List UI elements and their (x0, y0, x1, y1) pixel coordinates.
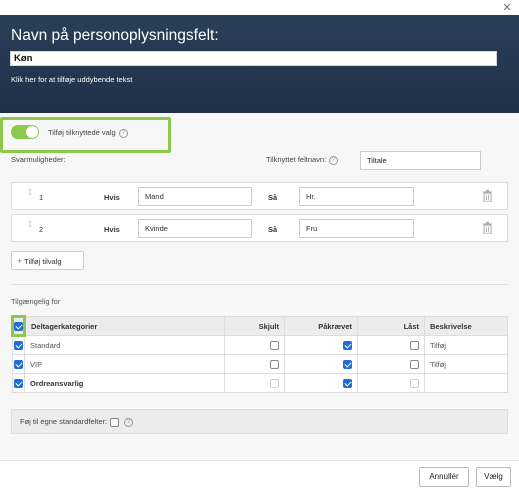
toggle-knob (26, 126, 38, 138)
col-header-locked: Låst (357, 316, 425, 336)
available-for-label: Tilgængelig for (11, 297, 61, 306)
description-link[interactable]: Tilføj (424, 335, 508, 355)
cancel-button[interactable]: Annullér (419, 467, 469, 487)
toggle-label: Tilføj tilknyttede valg (48, 128, 116, 137)
option-number: 1 (39, 193, 44, 202)
drag-handle-icon[interactable]: ⁞⁞ (28, 221, 34, 234)
divider (11, 284, 508, 285)
category-name: VIP (24, 354, 225, 374)
col-header-hidden: Skjult (224, 316, 285, 336)
row-select-checkbox[interactable] (14, 378, 23, 388)
help-icon[interactable]: ? (124, 417, 134, 427)
plus-icon: + (17, 256, 23, 266)
choose-button[interactable]: Vælg (476, 467, 511, 487)
add-option-label: Tilføj tilvalg (24, 257, 62, 266)
select-all-checkbox[interactable] (14, 321, 23, 331)
locked-checkbox[interactable] (410, 340, 419, 350)
field-name-input[interactable]: Køn (10, 51, 497, 66)
category-name: Ordreansvarlig (24, 373, 225, 393)
own-fields-label: Føj til egne standardfelter: (20, 417, 108, 426)
table-row: Standard Tilføj (12, 335, 508, 355)
own-fields-bar: Føj til egne standardfelter: ? (11, 409, 508, 434)
own-fields-checkbox[interactable] (110, 417, 120, 427)
col-header-description: Beskrivelse (424, 316, 508, 336)
table-header-row: Deltagerkategorier Skjult Påkrævet Låst … (11, 315, 508, 337)
hidden-checkbox (270, 378, 279, 388)
required-checkbox[interactable] (343, 340, 352, 350)
locked-checkbox (410, 378, 419, 388)
hidden-checkbox[interactable] (270, 359, 279, 369)
col-header-required: Påkrævet (284, 316, 358, 336)
category-name: Standard (24, 335, 225, 355)
footer-divider (0, 460, 519, 461)
option-result-input[interactable]: Hr. (299, 187, 414, 206)
required-checkbox[interactable] (343, 359, 352, 369)
option-row: ⁞⁞ 1 Hvis Mand Så Hr. (11, 182, 508, 210)
required-checkbox[interactable] (343, 378, 352, 388)
option-value-input[interactable]: Kvinde (138, 219, 252, 238)
table-row: Ordreansvarlig (12, 373, 508, 393)
row-select-checkbox[interactable] (14, 341, 23, 351)
drag-handle-icon[interactable]: ⁞⁞ (28, 189, 34, 202)
add-description-link[interactable]: Klik her for at tilføje uddybende tekst (11, 75, 132, 84)
trash-icon[interactable] (483, 190, 492, 202)
help-icon[interactable]: ? (118, 128, 128, 138)
col-header-category: Deltagerkategorier (24, 316, 225, 336)
select-all-cell (11, 315, 26, 337)
options-label: Svarmuligheder: (11, 155, 66, 164)
table-row: VIP Tilføj (12, 354, 508, 374)
then-label: Så (268, 193, 278, 202)
close-icon[interactable]: ✕ (501, 2, 513, 14)
linked-choices-toggle[interactable] (11, 125, 39, 139)
if-label: Hvis (104, 193, 120, 202)
description-cell (424, 373, 508, 393)
option-result-input[interactable]: Fru (299, 219, 414, 238)
if-label: Hvis (104, 225, 120, 234)
linked-field-label: Tilknyttet feltnavn: (266, 155, 327, 164)
hidden-checkbox[interactable] (270, 340, 279, 350)
categories-table: Deltagerkategorier Skjult Påkrævet Låst … (11, 315, 508, 393)
option-row: ⁞⁞ 2 Hvis Kvinde Så Fru (11, 214, 508, 242)
locked-checkbox[interactable] (410, 359, 419, 369)
trash-icon[interactable] (483, 222, 492, 234)
option-number: 2 (39, 225, 44, 234)
row-select-checkbox[interactable] (14, 359, 23, 369)
dialog-title: Navn på personoplysningsfelt: (11, 27, 219, 44)
option-value-input[interactable]: Mand (138, 187, 252, 206)
linked-field-input[interactable]: Tiltale (360, 151, 481, 170)
then-label: Så (268, 225, 278, 234)
description-link[interactable]: Tilføj (424, 354, 508, 374)
add-option-button[interactable]: + Tilføj tilvalg (11, 251, 84, 270)
help-icon[interactable]: ? (329, 155, 339, 165)
